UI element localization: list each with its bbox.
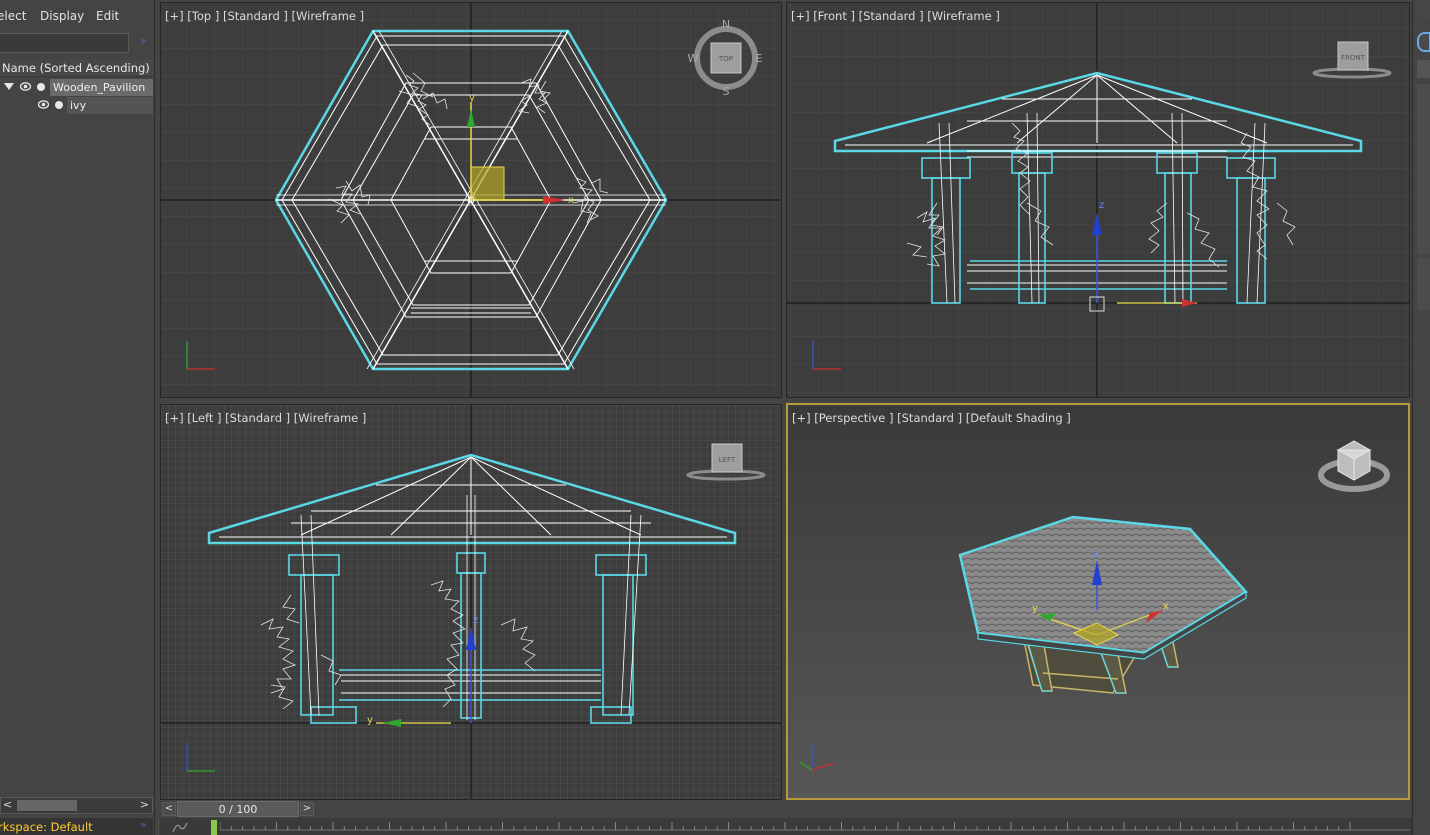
workspace-label: rkspace: Default xyxy=(0,820,93,834)
trackbar-ticks xyxy=(220,822,1410,831)
viewcube-face-label: LEFT xyxy=(719,456,736,464)
previous-frame-button[interactable]: < xyxy=(162,802,176,816)
trackbar[interactable] xyxy=(160,818,1412,835)
curve-editor-icon[interactable] xyxy=(172,821,188,833)
top-viewcube[interactable]: TOP N S E W xyxy=(688,18,763,98)
viewport-perspective[interactable]: z y x [+] [Perspective ] [Standard ] [De… xyxy=(786,403,1410,800)
max-workspace: elect Display Edit » Name (Sorted Ascend… xyxy=(0,0,1430,835)
scroll-left-icon[interactable]: < xyxy=(3,798,12,811)
visibility-eye-icon[interactable] xyxy=(20,82,31,91)
freeze-dot-icon[interactable] xyxy=(55,101,63,109)
command-panel-slot[interactable] xyxy=(1417,60,1430,78)
gizmo-x-label: x xyxy=(1163,601,1169,612)
viewport-top[interactable]: y x TOP N S E W [+] [Top ] [Standard ] [… xyxy=(160,2,782,398)
tree-item-wooden-pavilion[interactable]: Wooden_Pavilion xyxy=(0,79,153,96)
gizmo-y-label: y xyxy=(1032,603,1038,614)
frame-counter: 0 / 100 xyxy=(218,803,258,816)
column-header-label: Name (Sorted Ascending) xyxy=(2,61,150,75)
tree-item-ivy[interactable]: ivy xyxy=(0,97,153,114)
time-slider[interactable]: 0 / 100 xyxy=(177,801,299,817)
viewport-label[interactable]: [+] [Top ] [Standard ] [Wireframe ] xyxy=(165,9,364,23)
gizmo-y-label: y xyxy=(367,715,373,726)
time-slider-bar: < 0 / 100 > xyxy=(160,800,1412,818)
search-expand-icon[interactable]: » xyxy=(140,34,147,47)
left-view-model: z y LEFT xyxy=(186,443,766,772)
next-frame-button[interactable]: > xyxy=(300,802,314,816)
menu-display[interactable]: Display xyxy=(40,9,84,23)
gizmo-y-label: y xyxy=(469,93,475,104)
compass-east-label: E xyxy=(756,52,763,65)
front-view-model: z FRONT xyxy=(812,41,1392,370)
viewport-front[interactable]: z FRONT [+] [Front ] [Standard ] [Wirefr… xyxy=(786,2,1410,398)
explorer-search-input[interactable] xyxy=(0,33,129,53)
command-panel-rollout[interactable] xyxy=(1417,258,1430,310)
compass-north-label: N xyxy=(722,18,730,31)
compass-west-label: W xyxy=(688,52,699,65)
viewport-left[interactable]: z y LEFT [+] [Left ] [Standard ] [Wirefr… xyxy=(160,404,782,800)
perspective-viewcube[interactable] xyxy=(1318,440,1390,492)
menu-select[interactable]: elect xyxy=(0,9,26,23)
compass-south-label: S xyxy=(723,85,730,98)
workspace-expand-icon[interactable]: » xyxy=(140,818,147,831)
top-view-model: y x TOP N S E W xyxy=(186,18,763,371)
scroll-right-icon[interactable]: > xyxy=(140,798,149,811)
viewport-label[interactable]: [+] [Left ] [Standard ] [Wireframe ] xyxy=(165,411,366,425)
explorer-horizontal-scrollbar[interactable]: < > xyxy=(0,797,153,814)
gizmo-z-label: z xyxy=(1093,549,1098,560)
expand-triangle-icon[interactable] xyxy=(4,83,14,90)
perspective-view-model: z y x xyxy=(799,440,1390,771)
explorer-menubar: elect Display Edit xyxy=(0,6,155,28)
workspace-selector[interactable]: rkspace: Default xyxy=(0,818,153,835)
tree-item-label: ivy xyxy=(67,97,153,114)
freeze-dot-icon[interactable] xyxy=(37,83,45,91)
current-time-marker[interactable] xyxy=(211,820,217,835)
gizmo-x-label: x xyxy=(568,195,574,206)
tree-item-label: Wooden_Pavilion xyxy=(50,79,153,96)
command-panel-tab[interactable] xyxy=(1417,0,1430,18)
scene-explorer: elect Display Edit » Name (Sorted Ascend… xyxy=(0,0,155,835)
front-viewcube[interactable]: FRONT xyxy=(1312,41,1392,79)
viewcube-face-label: FRONT xyxy=(1341,54,1366,62)
visibility-eye-icon[interactable] xyxy=(38,100,49,109)
viewcube-face-label: TOP xyxy=(718,55,733,63)
scrollbar-thumb[interactable] xyxy=(17,800,77,811)
command-panel-rollout[interactable] xyxy=(1417,84,1430,254)
left-viewcube[interactable]: LEFT xyxy=(686,443,766,481)
name-column-header[interactable]: Name (Sorted Ascending) xyxy=(0,59,153,77)
viewport-label[interactable]: [+] [Front ] [Standard ] [Wireframe ] xyxy=(791,9,1000,23)
create-panel-tab[interactable] xyxy=(1417,32,1430,52)
command-panel-edge xyxy=(1412,0,1430,835)
menu-edit[interactable]: Edit xyxy=(96,9,119,23)
viewport-label[interactable]: [+] [Perspective ] [Standard ] [Default … xyxy=(792,411,1071,425)
gizmo-z-label: z xyxy=(473,615,478,626)
gizmo-z-label: z xyxy=(1099,200,1104,211)
